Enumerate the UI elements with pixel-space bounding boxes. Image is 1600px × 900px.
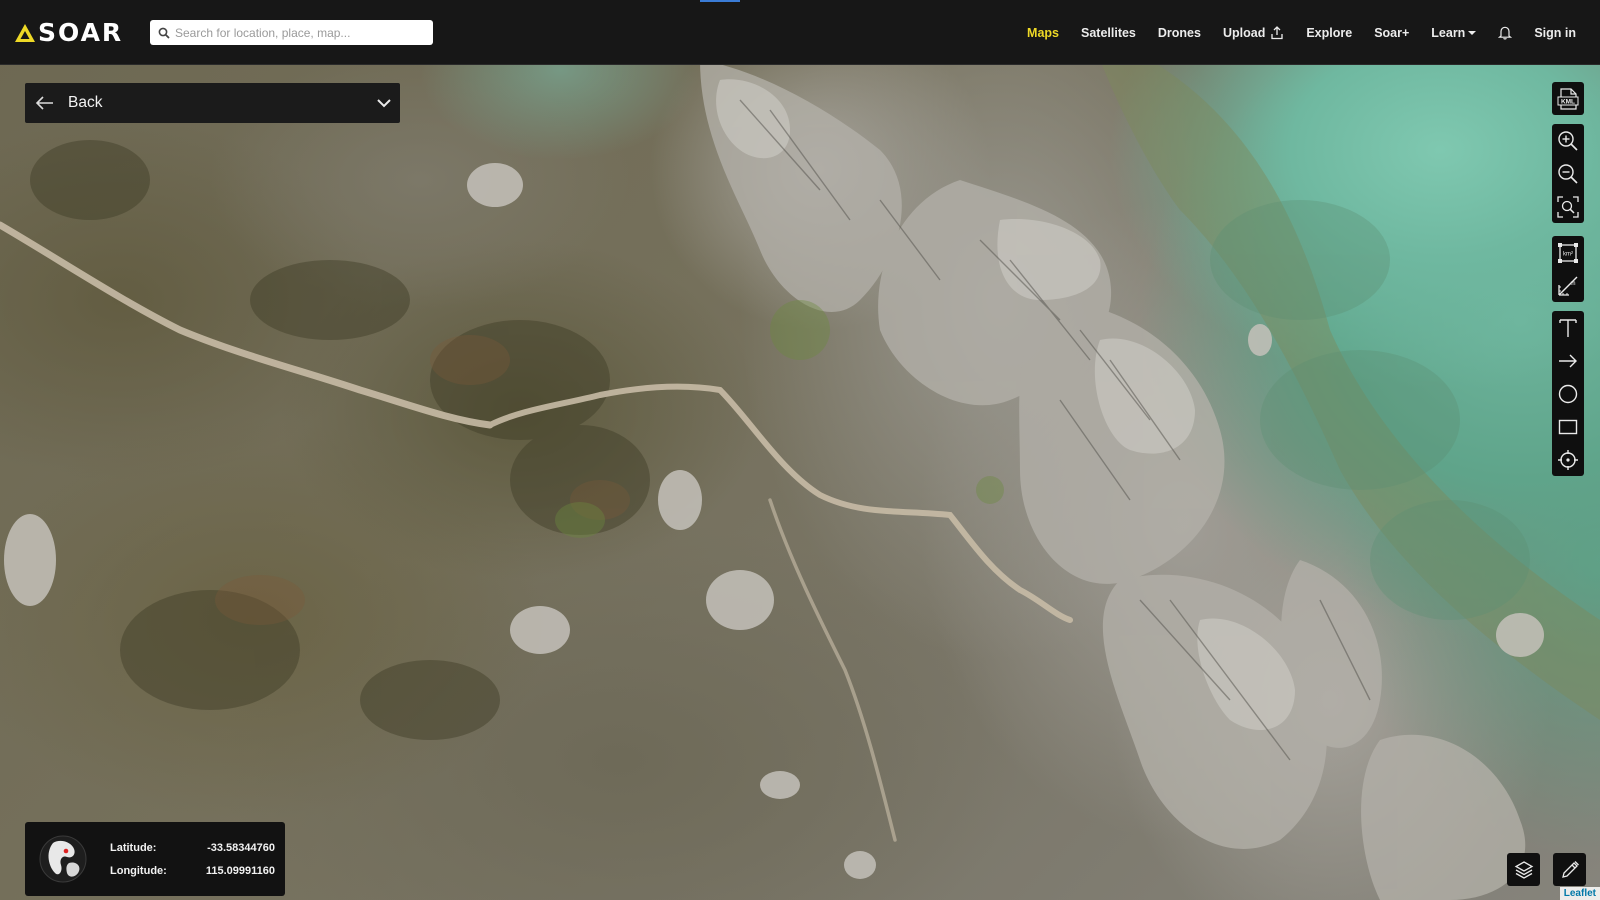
latitude-value: -33.58344760 <box>207 842 275 854</box>
soar-logo[interactable]: SOAR <box>14 20 123 46</box>
search-icon <box>153 20 175 45</box>
coordinates-panel: Latitude: -33.58344760 Longitude: 115.09… <box>25 822 285 896</box>
map-view[interactable] <box>0 0 1600 900</box>
rectangle-tool-button[interactable] <box>1552 410 1584 443</box>
chevron-down-icon[interactable] <box>376 95 392 116</box>
crosshair-icon <box>1558 449 1578 470</box>
text-tool-button[interactable] <box>1552 311 1584 344</box>
measure-area-button[interactable]: km² <box>1552 236 1584 269</box>
nav-upload-label: Upload <box>1222 25 1266 40</box>
circle-icon <box>1558 384 1578 403</box>
zoom-in-icon <box>1558 130 1578 151</box>
nav-soar-plus-label: Soar+ <box>1374 25 1410 40</box>
zoom-in-button[interactable] <box>1552 124 1584 157</box>
longitude-row: Longitude: 115.09991160 <box>110 865 275 877</box>
sign-in-label: Sign in <box>1534 25 1576 40</box>
measure-distance-button[interactable]: m <box>1552 269 1584 302</box>
nav-drones[interactable]: Drones <box>1158 26 1201 40</box>
zoom-to-extent-button[interactable] <box>1552 190 1584 223</box>
nav-maps[interactable]: Maps <box>1027 26 1059 40</box>
attribution-link[interactable]: Leaflet <box>1564 888 1596 899</box>
loading-indicator <box>700 0 740 2</box>
latitude-row: Latitude: -33.58344760 <box>110 842 275 854</box>
export-tool-group: KML <box>1552 82 1584 115</box>
main-nav: Maps Satellites Drones Upload Explore So… <box>1005 0 1576 65</box>
arrow-tool-button[interactable] <box>1552 344 1584 377</box>
logo-wordmark: SOAR <box>38 18 124 47</box>
annotation-tool-group <box>1552 311 1584 476</box>
nav-explore[interactable]: Explore <box>1306 26 1352 40</box>
nav-learn[interactable]: Learn <box>1431 25 1477 40</box>
leaflet-attribution[interactable]: Leaflet <box>1559 887 1600 900</box>
bell-icon <box>1498 26 1513 40</box>
measure-distance-icon: m <box>1558 276 1578 296</box>
aerial-imagery <box>0 60 1600 900</box>
arrow-left-icon <box>35 95 55 111</box>
nav-soar-plus[interactable]: Soar+ <box>1374 26 1409 40</box>
distance-unit-label: m <box>1571 281 1576 287</box>
globe-icon <box>39 835 87 883</box>
kml-export-button[interactable]: KML <box>1552 82 1584 115</box>
sign-in-link[interactable]: Sign in <box>1534 26 1576 40</box>
nav-learn-label: Learn <box>1431 25 1466 40</box>
zoom-out-icon <box>1558 163 1578 184</box>
nav-satellites[interactable]: Satellites <box>1081 26 1136 40</box>
kml-icon-label: KML <box>1561 98 1575 105</box>
area-unit-label: km² <box>1563 251 1573 257</box>
layers-button[interactable] <box>1507 853 1540 886</box>
nav-drones-label: Drones <box>1157 25 1201 40</box>
zoom-to-extent-icon <box>1557 195 1579 218</box>
measure-area-icon: km² <box>1558 242 1578 263</box>
layers-icon <box>1514 860 1533 879</box>
notifications-button[interactable] <box>1498 25 1513 40</box>
nav-satellites-label: Satellites <box>1081 25 1136 40</box>
search-box[interactable] <box>150 20 433 45</box>
draw-button[interactable] <box>1553 853 1586 886</box>
nav-maps-label: Maps <box>1027 25 1059 40</box>
soar-logo-icon <box>15 24 35 42</box>
circle-tool-button[interactable] <box>1552 377 1584 410</box>
search-input[interactable] <box>175 21 425 44</box>
longitude-label: Longitude: <box>110 865 167 877</box>
arrow-icon <box>1559 354 1577 367</box>
pen-icon <box>1561 860 1579 878</box>
latitude-label: Latitude: <box>110 842 157 854</box>
upload-icon <box>1271 25 1283 39</box>
back-panel[interactable]: Back <box>25 83 400 123</box>
zoom-tool-group <box>1552 124 1584 223</box>
back-label: Back <box>68 94 103 111</box>
kml-export-icon: KML <box>1557 87 1579 110</box>
nav-upload[interactable]: Upload <box>1223 26 1284 40</box>
measure-tool-group: km² m <box>1552 236 1584 302</box>
top-navigation-bar: SOAR Maps Satellites Drones Upload Explo… <box>0 0 1600 65</box>
nav-explore-label: Explore <box>1306 25 1353 40</box>
rectangle-icon <box>1558 419 1578 434</box>
zoom-out-button[interactable] <box>1552 157 1584 190</box>
crosshair-tool-button[interactable] <box>1552 443 1584 476</box>
text-icon <box>1559 318 1577 337</box>
longitude-value: 115.09991160 <box>205 865 275 877</box>
caret-down-icon <box>1468 30 1477 35</box>
